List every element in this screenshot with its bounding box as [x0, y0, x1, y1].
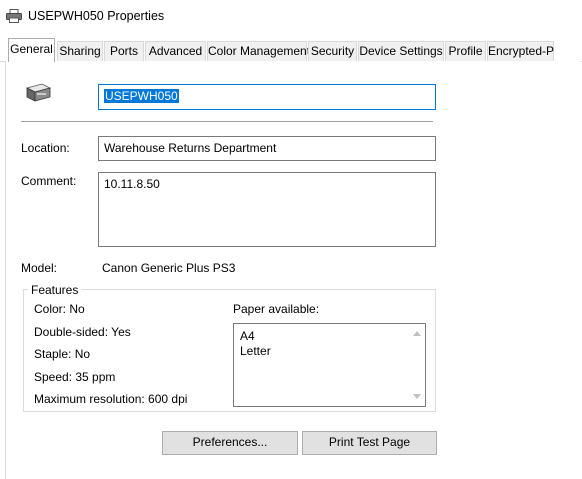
feature-color: Color: No — [34, 302, 85, 316]
features-legend: Features — [28, 283, 82, 297]
print-test-page-button[interactable]: Print Test Page — [302, 431, 437, 455]
tab-encrypted-p[interactable]: Encrypted-P — [487, 41, 554, 61]
feature-max-resolution: Maximum resolution: 600 dpi — [34, 392, 188, 406]
tab-profile[interactable]: Profile — [445, 41, 486, 61]
tab-ports[interactable]: Ports — [104, 41, 144, 61]
feature-staple: Staple: No — [34, 347, 91, 361]
printer-name-input[interactable]: USEPWH050 — [98, 84, 436, 110]
model-value: Canon Generic Plus PS3 — [102, 261, 236, 275]
tab-security[interactable]: Security — [308, 41, 357, 61]
feature-double-sided: Double-sided: Yes — [34, 325, 131, 339]
model-label: Model: — [21, 261, 58, 275]
preferences-button[interactable]: Preferences... — [162, 431, 298, 455]
list-item: Letter — [240, 344, 271, 358]
tab-device-settings[interactable]: Device Settings — [358, 41, 444, 61]
comment-input[interactable]: 10.11.8.50 — [98, 172, 436, 247]
paper-available-list[interactable]: A4 Letter — [233, 323, 426, 407]
title-bar: USEPWH050 Properties — [0, 0, 582, 34]
paper-list-scrollbar[interactable] — [409, 324, 425, 406]
printer-large-icon — [25, 83, 52, 102]
paper-available-label: Paper available: — [233, 302, 320, 316]
comment-label: Comment: — [21, 174, 77, 188]
location-input[interactable]: Warehouse Returns Department — [98, 136, 436, 161]
location-label: Location: — [21, 141, 70, 155]
printer-icon — [6, 9, 22, 23]
scroll-down-icon[interactable] — [413, 394, 421, 399]
general-tab-panel — [5, 61, 581, 479]
printer-name-selection: USEPWH050 — [104, 89, 179, 103]
tab-color-management[interactable]: Color Management — [207, 41, 310, 61]
list-item: A4 — [240, 329, 255, 343]
tab-sharing[interactable]: Sharing — [57, 41, 103, 61]
separator — [21, 121, 433, 122]
window-title: USEPWH050 Properties — [28, 9, 165, 23]
tab-general[interactable]: General — [8, 38, 55, 62]
tab-advanced[interactable]: Advanced — [145, 41, 206, 61]
feature-speed: Speed: 35 ppm — [34, 370, 116, 384]
scroll-up-icon[interactable] — [413, 331, 421, 336]
